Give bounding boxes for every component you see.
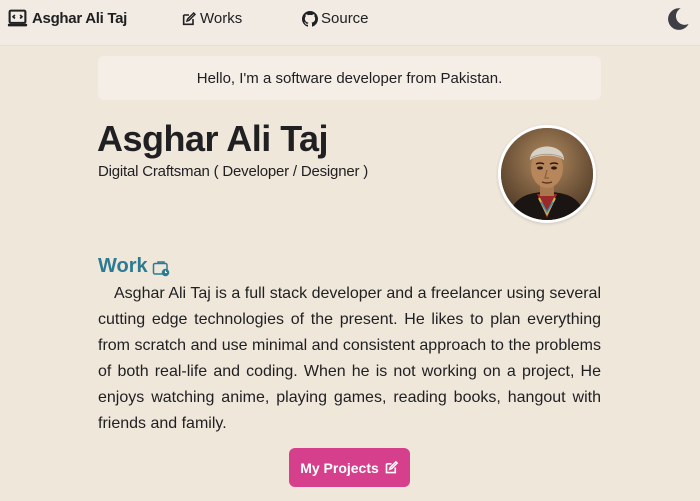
my-projects-label: My Projects bbox=[300, 459, 379, 476]
nav-link-works[interactable]: Works bbox=[181, 10, 242, 27]
brand-link[interactable]: Asghar Ali Taj bbox=[7, 8, 127, 29]
edit-icon bbox=[182, 11, 197, 25]
nav-link-label: Works bbox=[200, 10, 243, 27]
work-heading-label: Work bbox=[98, 255, 148, 277]
greeting-text: Hello, I'm a software developer from Pak… bbox=[196, 69, 503, 87]
github-icon bbox=[302, 10, 318, 27]
avatar bbox=[498, 125, 596, 223]
edit-icon bbox=[385, 460, 398, 474]
navbar: Asghar Ali Taj Works Source bbox=[0, 0, 700, 46]
nav-link-label: Source bbox=[321, 10, 369, 27]
nav-link-source[interactable]: Source bbox=[302, 10, 369, 27]
greeting-banner: Hello, I'm a software developer from Pak… bbox=[98, 56, 601, 100]
briefcase-clock-icon bbox=[152, 261, 169, 277]
laptop-code-icon bbox=[7, 8, 28, 29]
page-title: Asghar Ali Taj bbox=[97, 118, 329, 159]
brand-name: Asghar Ali Taj bbox=[32, 10, 127, 27]
subtitle: Digital Craftsman ( Developer / Designer… bbox=[98, 163, 369, 180]
moon-icon bbox=[668, 8, 689, 30]
my-projects-button[interactable]: My Projects bbox=[289, 448, 410, 487]
work-heading: Work bbox=[98, 255, 170, 278]
work-description: Asghar Ali Taj is a full stack developer… bbox=[98, 285, 601, 432]
theme-toggle-button[interactable] bbox=[664, 5, 692, 33]
